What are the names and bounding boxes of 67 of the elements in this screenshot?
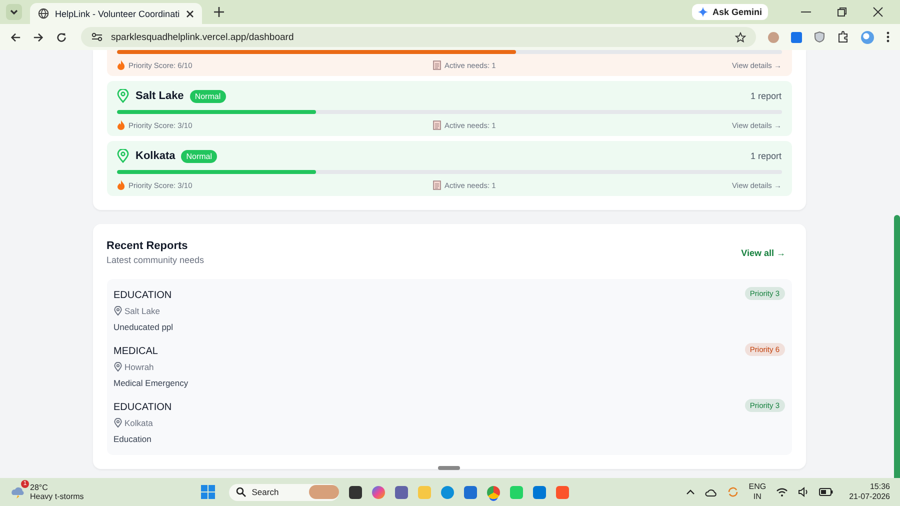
report-category: EDUCATION — [114, 402, 172, 413]
reload-icon[interactable] — [56, 32, 67, 42]
map-pin-icon — [114, 306, 122, 316]
close-icon[interactable] — [186, 10, 194, 18]
ask-gemini-button[interactable]: Ask Gemini — [692, 4, 768, 20]
browser-tab[interactable]: HelpLink - Volunteer Coordinati — [30, 3, 202, 24]
puzzle-icon[interactable] — [837, 31, 849, 43]
shield-icon[interactable] — [814, 31, 825, 43]
clipboard-icon — [432, 60, 440, 70]
region-indicator[interactable]: IN — [753, 492, 762, 502]
map-pin-icon — [116, 149, 128, 163]
cloud-icon[interactable] — [704, 488, 717, 496]
scrollbar-thumb[interactable] — [894, 215, 900, 478]
restore-icon[interactable] — [837, 7, 847, 17]
new-tab-icon[interactable] — [214, 7, 224, 17]
report-description: Medical Emergency — [114, 378, 190, 388]
area-name: Kolkata — [136, 150, 176, 162]
weather-temperature: 28°C — [30, 482, 49, 492]
status-badge: Normal — [190, 90, 226, 102]
map-pin-icon — [114, 362, 122, 372]
section-title: Recent Reports — [106, 240, 189, 252]
report-count: 1 report — [750, 91, 782, 101]
report-location: Salt Lake — [124, 306, 160, 316]
clipboard-icon — [432, 180, 440, 190]
chevron-up-icon[interactable] — [686, 489, 695, 495]
weather-description: Heavy t-storms — [30, 492, 84, 502]
flame-icon — [116, 120, 124, 130]
windows-start-icon[interactable] — [200, 485, 215, 499]
flame-icon — [116, 60, 124, 70]
clock-time[interactable]: 15:36 — [870, 482, 890, 492]
report-count: 1 report — [750, 151, 782, 161]
clock-date[interactable]: 21-07-2026 — [849, 492, 890, 502]
profile-avatar[interactable] — [861, 30, 874, 44]
more-icon[interactable] — [886, 31, 890, 43]
scroll-handle[interactable] — [438, 466, 460, 470]
report-description: Uneducated ppl — [114, 322, 174, 332]
report-location: Howrah — [124, 362, 154, 372]
flame-icon — [116, 180, 124, 190]
clipboard-icon — [432, 120, 440, 130]
section-subtitle: Latest community needs — [106, 255, 204, 265]
speaker-icon[interactable] — [798, 487, 810, 497]
globe-icon — [38, 8, 49, 19]
close-icon[interactable] — [873, 7, 883, 17]
tab-list-icon[interactable] — [6, 4, 22, 20]
app-icon[interactable] — [394, 486, 408, 498]
wifi-icon[interactable] — [776, 487, 788, 497]
report-location: Kolkata — [124, 418, 153, 428]
map-pin-icon — [116, 89, 128, 103]
report-category: MEDICAL — [114, 346, 158, 357]
map-pin-icon — [114, 418, 122, 428]
extension-icon[interactable] — [791, 32, 802, 42]
back-icon[interactable] — [10, 32, 21, 42]
area-name: Salt Lake — [136, 90, 184, 102]
star-icon[interactable] — [735, 32, 746, 42]
app-icon[interactable] — [348, 486, 362, 498]
taskbar-search-field[interactable]: Search — [228, 484, 339, 500]
view-all-link[interactable]: View all → — [741, 248, 786, 258]
forward-icon[interactable] — [33, 32, 44, 42]
address-field[interactable]: sparklesquadhelplink.vercel.app/dashboard — [81, 27, 756, 47]
report-description: Education — [114, 434, 152, 444]
search-icon — [236, 487, 246, 497]
status-badge: Normal — [181, 150, 218, 162]
sparkle-icon — [698, 7, 708, 17]
battery-icon[interactable] — [819, 488, 834, 496]
language-indicator[interactable]: ENG — [748, 482, 766, 492]
report-category: EDUCATION — [114, 290, 172, 301]
site-settings-icon[interactable] — [91, 32, 103, 42]
